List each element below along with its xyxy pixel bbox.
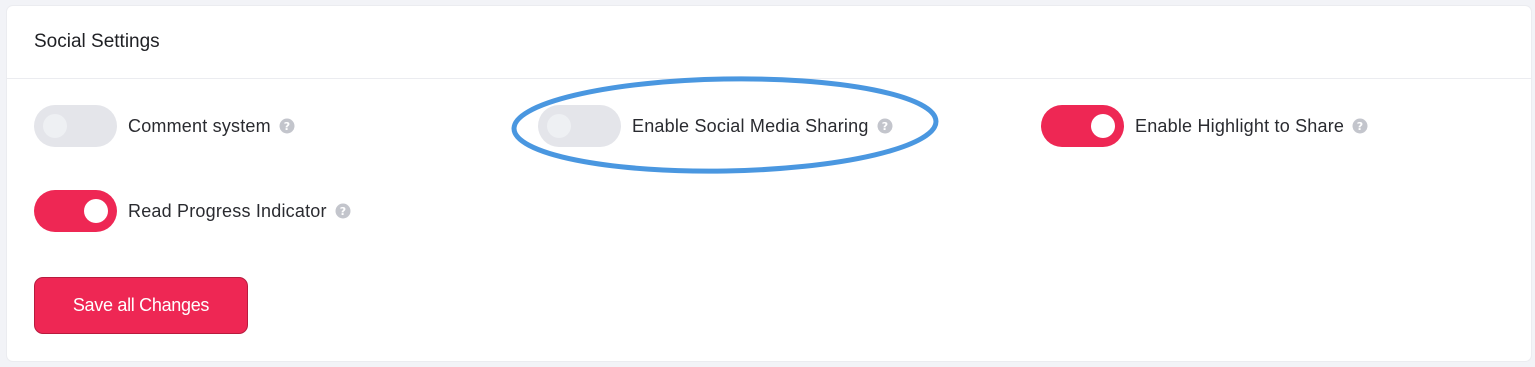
read-progress-indicator-toggle[interactable] <box>34 190 117 232</box>
save-all-changes-button[interactable]: Save all Changes <box>34 277 248 334</box>
setting-label: Enable Social Media Sharing <box>632 115 869 136</box>
setting-label: Enable Highlight to Share <box>1135 115 1345 136</box>
toggle-knob <box>547 114 571 138</box>
question-circle-icon[interactable]: ? <box>877 118 893 134</box>
panel-header: Social Settings <box>7 6 1531 79</box>
toggle-knob <box>43 114 67 138</box>
comment-system-toggle[interactable] <box>34 105 117 147</box>
question-circle-icon[interactable]: ? <box>1352 118 1368 134</box>
highlight-to-share-toggle[interactable] <box>1041 105 1124 147</box>
setting-read-progress-indicator: Read Progress Indicator ? <box>34 190 351 232</box>
svg-text:?: ? <box>340 205 346 218</box>
toggle-knob <box>1091 114 1115 138</box>
svg-text:?: ? <box>881 120 887 133</box>
question-circle-icon[interactable]: ? <box>335 203 351 219</box>
setting-highlight-to-share: Enable Highlight to Share ? <box>1041 105 1368 147</box>
social-media-sharing-toggle[interactable] <box>538 105 621 147</box>
setting-social-media-sharing: Enable Social Media Sharing ? <box>538 105 893 147</box>
social-settings-panel: Social Settings Comment system ? Enable … <box>7 6 1531 361</box>
setting-label: Read Progress Indicator <box>128 200 327 221</box>
setting-label: Comment system <box>128 115 271 136</box>
toggle-knob <box>84 199 108 223</box>
svg-text:?: ? <box>284 120 290 133</box>
panel-title: Social Settings <box>34 31 160 52</box>
setting-comment-system: Comment system ? <box>34 105 295 147</box>
question-circle-icon[interactable]: ? <box>279 118 295 134</box>
svg-text:?: ? <box>1357 120 1363 133</box>
